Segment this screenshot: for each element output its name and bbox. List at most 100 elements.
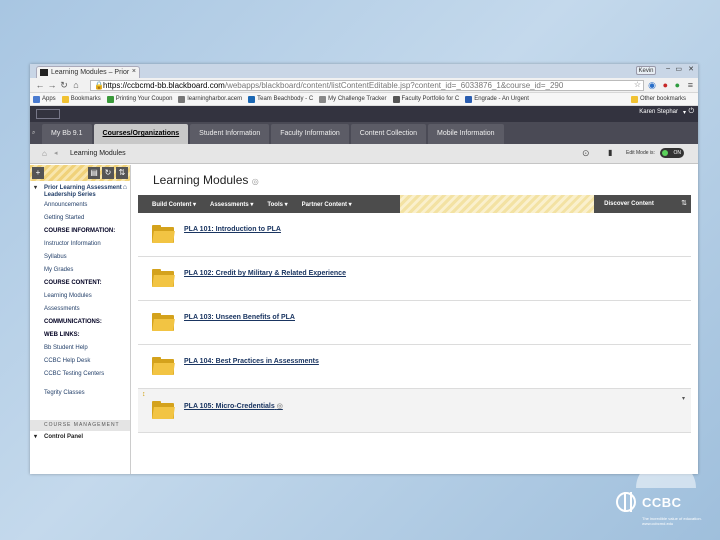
bookmark-label: Apps — [42, 96, 56, 102]
build-content-button[interactable]: Build Content ▾ — [152, 201, 196, 208]
tools-button[interactable]: Tools ▾ — [267, 201, 287, 208]
ccbc-logo-icon[interactable] — [36, 109, 60, 119]
list-item: PLA 101: Introduction to PLA — [138, 213, 691, 257]
browser-tab[interactable]: Learning Modules – Prior × — [36, 66, 140, 78]
address-bar[interactable]: 🔒 https://ccbcmd-bb.blackboard.com/webap… — [90, 80, 644, 91]
partner-content-button[interactable]: Partner Content ▾ — [302, 201, 352, 208]
menu-item-syllabus[interactable]: Syllabus — [30, 251, 130, 264]
book-icon[interactable]: ▮ — [608, 148, 612, 157]
menu-item-learning-modules[interactable]: Learning Modules — [30, 290, 130, 303]
partner-content-label: Partner Content — [301, 201, 347, 208]
edit-mode-label: Edit Mode is: — [626, 150, 655, 156]
tab-scroll-icon[interactable]: ⌕ — [32, 130, 35, 137]
accessibility-icon[interactable]: ⊙ — [582, 148, 590, 159]
page-icon — [106, 95, 114, 103]
tab-courses[interactable]: Courses/Organizations — [93, 124, 189, 144]
menu-item-announcements[interactable]: Announcements — [30, 199, 130, 212]
bookmark-item[interactable]: Apps — [33, 95, 56, 103]
close-icon[interactable]: × — [132, 68, 136, 75]
page-icon — [392, 95, 400, 103]
menu-icon[interactable]: ≡ — [688, 80, 693, 90]
sort-icon[interactable]: ⇅ — [681, 199, 687, 207]
menu-item-ccbc-help-desk[interactable]: CCBC Help Desk — [30, 355, 130, 368]
blackboard-favicon-icon — [40, 69, 48, 76]
url-path: /webapps/blackboard/content/listContentE… — [224, 81, 564, 90]
folder-icon — [152, 313, 175, 331]
bookmark-label: Bookmarks — [70, 96, 101, 102]
blackboard-header: Karen Stephar ▾ ⏻ — [30, 106, 698, 122]
tools-label: Tools — [267, 201, 283, 208]
folder-view-icon[interactable]: ▤ — [88, 167, 100, 179]
tab-mobile-information[interactable]: Mobile Information — [427, 124, 504, 144]
bookmark-item[interactable]: Faculty Portfolio for C — [392, 95, 459, 103]
module-link[interactable]: PLA 105: Micro-Credentials ◎ — [184, 402, 283, 410]
info-icon[interactable]: ◎ — [252, 177, 259, 186]
other-bookmarks[interactable]: Other bookmarks — [630, 95, 686, 103]
tab-content-collection[interactable]: Content Collection — [350, 124, 426, 144]
menu-item-instructor-information[interactable]: Instructor Information — [30, 238, 130, 251]
minimize-icon[interactable]: – — [666, 65, 670, 72]
action-bar: Build Content ▾ Assessments ▾ Tools ▾ Pa… — [138, 195, 691, 213]
discover-content-button[interactable]: Discover Content — [594, 195, 664, 213]
edit-mode-toggle[interactable]: ON — [660, 148, 684, 158]
extension-g-icon[interactable]: ◉ — [648, 80, 656, 91]
lock-icon: 🔒 — [94, 81, 104, 90]
browser-tab-bar: Learning Modules – Prior × Kevin – ▭ ✕ — [30, 64, 698, 78]
module-link[interactable]: PLA 101: Introduction to PLA — [184, 226, 281, 233]
evernote-icon[interactable]: ● — [675, 80, 680, 90]
menu-item-my-grades[interactable]: My Grades — [30, 264, 130, 277]
pinterest-icon[interactable]: ● — [663, 80, 668, 90]
chevron-down-icon[interactable]: ▾ — [683, 109, 686, 116]
drag-handle-icon[interactable]: ↕ — [142, 391, 146, 398]
assessments-button[interactable]: Assessments ▾ — [210, 201, 253, 208]
profile-chip[interactable]: Kevin — [636, 66, 656, 75]
sort-icon[interactable]: ⇅ — [116, 167, 128, 179]
module-link-text: PLA 105: Micro-Credentials — [184, 403, 275, 410]
forward-icon[interactable]: → — [46, 80, 58, 90]
bookmark-item[interactable]: Bookmarks — [61, 95, 101, 103]
course-menu-tools: + ▤ ↻ ⇅ — [30, 165, 130, 181]
home-icon[interactable]: ⌂ — [70, 80, 82, 90]
logout-icon[interactable]: ⏻ — [688, 108, 694, 116]
module-link[interactable]: PLA 102: Credit by Military & Related Ex… — [184, 270, 346, 277]
tab-faculty-information[interactable]: Faculty Information — [271, 124, 349, 144]
build-content-label: Build Content — [152, 201, 192, 208]
tab-student-information[interactable]: Student Information — [190, 124, 270, 144]
module-link[interactable]: PLA 104: Best Practices in Assessments — [184, 358, 319, 365]
control-panel-label: Control Panel — [44, 434, 84, 440]
action-bar-spacer — [400, 195, 594, 213]
window-close-icon[interactable]: ✕ — [688, 65, 694, 73]
reload-icon[interactable]: ↻ — [58, 80, 70, 91]
chevron-down-icon[interactable]: ▾ — [34, 185, 37, 192]
back-icon[interactable]: ← — [34, 80, 46, 90]
bookmark-item[interactable]: learningharbor.acem — [178, 95, 242, 103]
bookmark-star-icon[interactable]: ☆ — [634, 80, 641, 89]
course-management-heading: COURSE MANAGEMENT — [30, 420, 130, 431]
menu-item-ccbc-testing-centers[interactable]: CCBC Testing Centers — [30, 368, 130, 381]
refresh-icon[interactable]: ↻ — [102, 167, 114, 179]
course-title[interactable]: ▾ Prior Learning Assessment Leadership S… — [30, 181, 130, 199]
home-icon[interactable]: ⌂ — [42, 149, 47, 158]
toggle-knob — [662, 150, 668, 156]
tab-my-bb[interactable]: My Bb 9.1 — [42, 124, 92, 144]
home-icon[interactable]: ⌂ — [123, 184, 127, 191]
bookmark-label: My Challenge Tracker — [328, 96, 387, 102]
course-title-text: Prior Learning Assessment Leadership Ser… — [44, 185, 122, 198]
bookmark-item[interactable]: My Challenge Tracker — [319, 95, 387, 103]
chevron-down-icon[interactable]: ▾ — [682, 395, 685, 402]
maximize-icon[interactable]: ▭ — [675, 65, 682, 73]
menu-heading: COURSE CONTENT: — [44, 280, 102, 286]
control-panel[interactable]: ▾ Control Panel — [30, 432, 130, 442]
bookmark-item[interactable]: Team Beachbody - C — [248, 95, 313, 103]
bookmark-item[interactable]: Printing Your Coupon — [106, 95, 172, 103]
bookmark-item[interactable]: Engrade - An Urgent — [465, 95, 529, 103]
menu-item-tegrity-classes[interactable]: Tegrity Classes — [30, 387, 130, 400]
menu-item-assessments[interactable]: Assessments — [30, 303, 130, 316]
add-menu-item-icon[interactable]: + — [32, 167, 44, 179]
user-name[interactable]: Karen Stephar — [639, 109, 678, 115]
menu-heading: COURSE INFORMATION: — [44, 228, 116, 234]
menu-item-bb-student-help[interactable]: Bb Student Help — [30, 342, 130, 355]
menu-heading: COMMUNICATIONS: — [44, 319, 102, 325]
menu-item-getting-started[interactable]: Getting Started — [30, 212, 130, 225]
module-link[interactable]: PLA 103: Unseen Benefits of PLA — [184, 314, 295, 321]
